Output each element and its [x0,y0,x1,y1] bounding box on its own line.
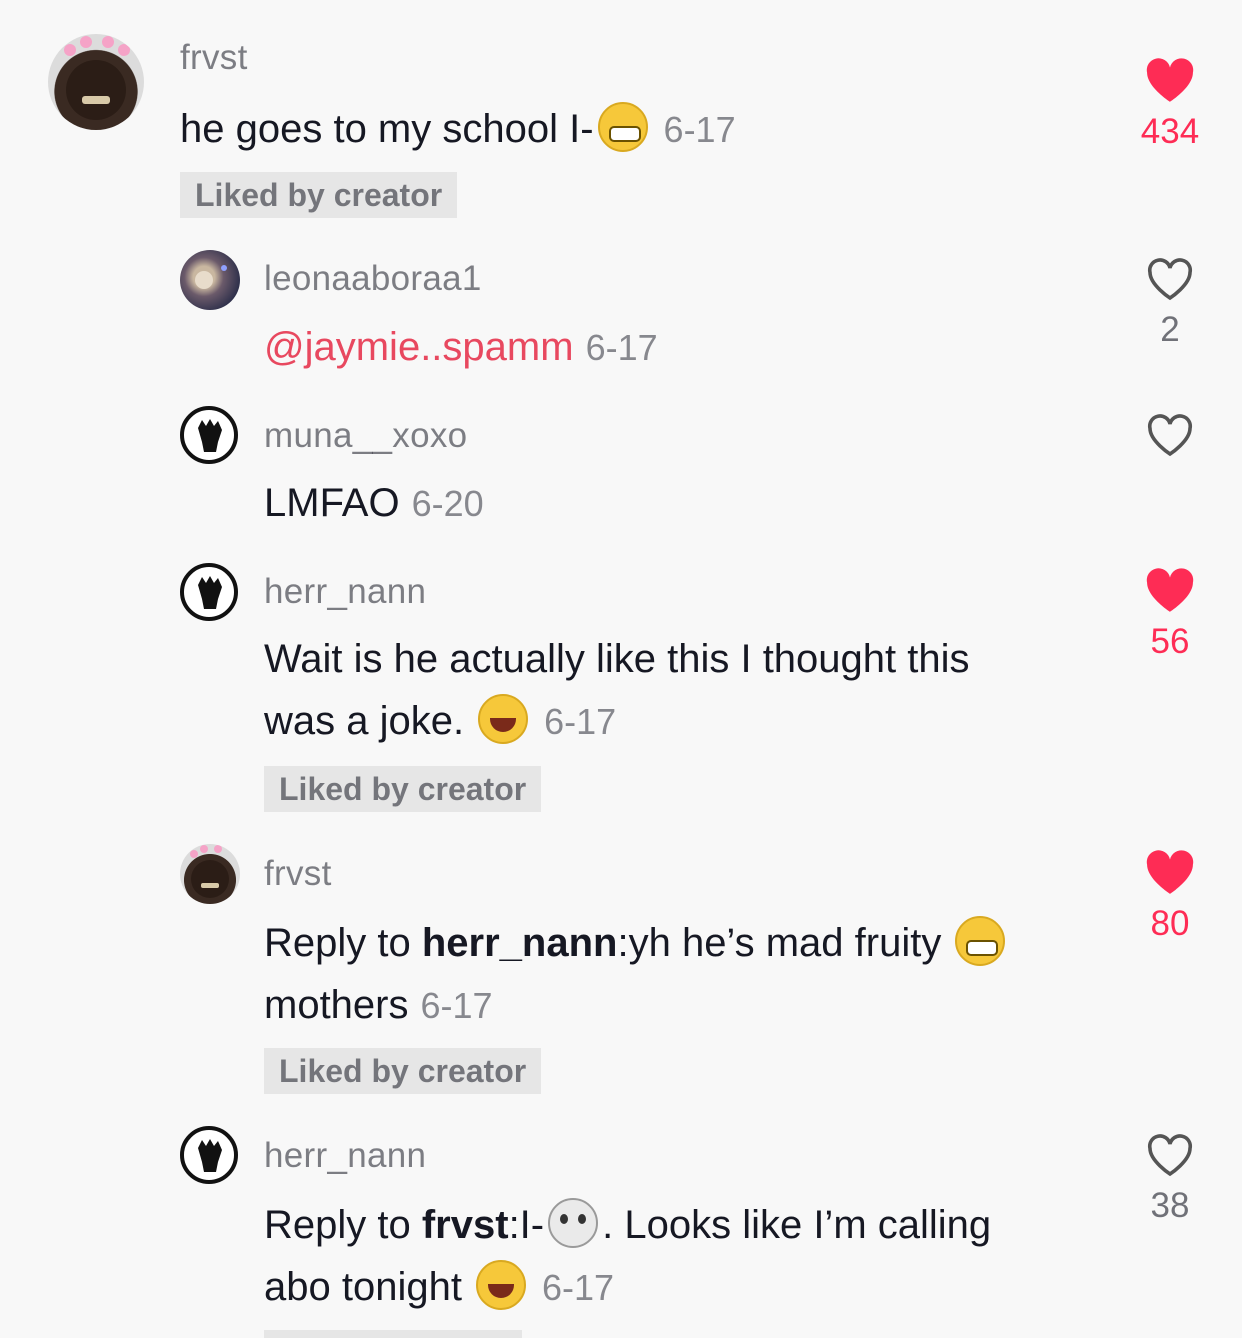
avatar[interactable] [180,844,240,904]
like-button[interactable]: 80 [1120,850,1220,944]
heart-outline-icon [1147,258,1193,301]
heart-filled-icon [1146,58,1194,102]
mention-link[interactable]: @jaymie..spamm [264,325,574,369]
grimacing-face-emoji-icon [597,102,648,152]
comment-text: Reply to frvst:I- . Looks like I’m callin… [264,1194,991,1319]
liked-by-creator-badge: Liked by creator [264,766,542,812]
comment-body-line1: :yh he’s mad fruity [617,921,942,965]
grimacing-face-emoji-icon [955,916,1006,966]
avatar[interactable] [180,1126,238,1184]
photo-avatar-icon [195,265,227,289]
like-count: 38 [1150,1186,1190,1225]
comment-date: 6-17 [663,109,736,150]
reply-prefix: Reply to [264,921,422,965]
comment-body-part2: . Looks like I’m calling [602,1203,992,1247]
username[interactable]: frvst [180,38,248,78]
avatar[interactable] [180,250,240,310]
reply-to-username[interactable]: frvst [422,1203,509,1247]
comment-body-part1: :I- [508,1203,545,1247]
comment-body: he goes to my school I- [180,107,594,151]
comment-body-line2: abo tonight [264,1265,462,1309]
like-count: 56 [1150,622,1190,661]
reply-prefix: Reply to [264,1203,422,1247]
heart-filled-icon [1146,850,1194,894]
username[interactable]: herr_nann [264,572,426,612]
username[interactable]: leonaaboraa1 [264,259,482,299]
comment-body-line1: Wait is he actually like this I thought … [264,637,970,681]
comment-date: 6-17 [420,985,493,1026]
comment-text: LMFAO 6-20 [264,472,484,535]
username[interactable]: muna__xoxo [264,416,467,456]
comment-date: 6-17 [544,701,617,742]
username[interactable]: frvst [264,854,332,894]
username[interactable]: herr_nann [264,1136,426,1176]
raised-fist-avatar-icon [198,576,222,609]
like-button[interactable]: 38 [1120,1134,1220,1226]
like-button[interactable]: 56 [1120,568,1220,662]
kodak-face-avatar-icon [190,845,229,898]
comment-text: Wait is he actually like this I thought … [264,628,970,753]
comment-date: 6-17 [585,327,658,368]
like-button[interactable] [1120,414,1220,458]
like-count: 80 [1150,904,1190,943]
kodak-face-avatar-icon [64,36,130,120]
avatar[interactable] [180,563,238,621]
reply-to-username[interactable]: herr_nann [422,921,618,965]
liked-by-creator-badge: Liked by creator [180,172,458,218]
heart-outline-icon [1147,1134,1193,1177]
comment-date: 6-17 [541,1267,615,1308]
like-count: 2 [1160,310,1180,349]
avatar[interactable] [180,406,238,464]
comment-text: @jaymie..spamm 6-17 [264,316,658,379]
avatar[interactable] [48,34,144,130]
raised-fist-avatar-icon [198,1139,222,1172]
liked-by-creator-badge-partial [264,1330,522,1338]
comment-date: 6-20 [411,483,484,524]
like-button[interactable]: 434 [1120,58,1220,152]
tears-of-joy-emoji-icon [475,1260,526,1310]
comment-text: Reply to herr_nann:yh he’s mad fruity mo… [264,912,1009,1037]
heart-filled-icon [1146,568,1194,612]
heart-outline-icon [1147,414,1193,457]
comment-body-line2: was a joke. [264,699,465,743]
comment-body-line2: mothers [264,983,409,1027]
skull-emoji-icon [548,1198,599,1248]
liked-by-creator-badge: Liked by creator [264,1048,542,1094]
comment-text: he goes to my school I- 6-17 [180,98,736,161]
like-count: 434 [1140,112,1200,151]
comment-body: LMFAO [264,481,400,525]
like-button[interactable]: 2 [1120,258,1220,350]
raised-fist-avatar-icon [198,419,222,452]
tears-of-joy-emoji-icon [478,694,529,744]
